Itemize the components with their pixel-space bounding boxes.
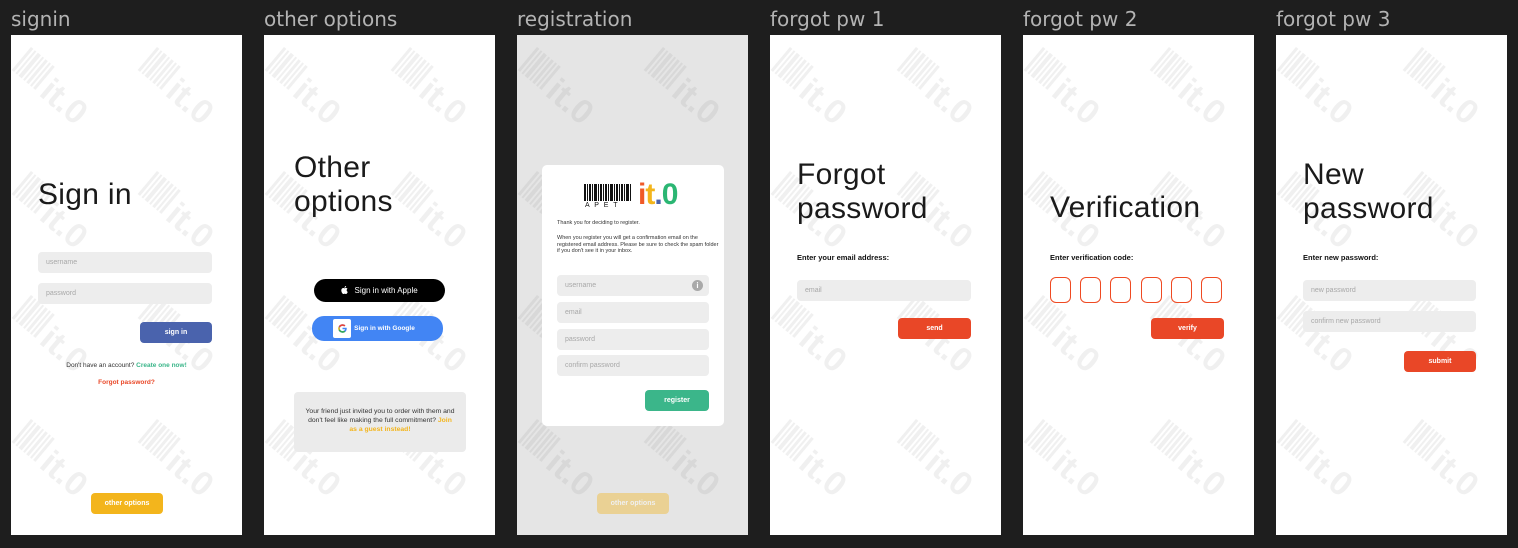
code-digit-6[interactable] — [1201, 277, 1222, 303]
email-input[interactable]: email — [557, 302, 709, 323]
verify-button[interactable]: verify — [1151, 318, 1224, 339]
submit-button[interactable]: submit — [1404, 351, 1476, 372]
info-text: When you register you will get a confirm… — [557, 235, 719, 254]
page-title: Verification — [1050, 191, 1201, 224]
no-account-text: Don't have an account? — [66, 362, 135, 369]
title-line-2: password — [1303, 192, 1434, 225]
code-digit-3[interactable] — [1110, 277, 1131, 303]
username-placeholder: username — [565, 282, 597, 289]
page-title: Forgot password — [797, 158, 928, 226]
guest-invite-box: Your friend just invited you to order wi… — [294, 392, 466, 452]
frame-label-signin: signin — [11, 7, 71, 31]
apple-icon — [341, 286, 349, 294]
forgot-password-link[interactable]: Forgot password? — [11, 379, 242, 386]
send-button[interactable]: send — [898, 318, 971, 339]
frame-forgot-1: Forgot password Enter your email address… — [770, 35, 1001, 535]
page-title: New password — [1303, 158, 1434, 226]
create-account-link[interactable]: Create one now! — [136, 362, 187, 369]
page-title: Other options — [294, 151, 393, 219]
sign-in-with-apple-button[interactable]: Sign in with Apple — [314, 279, 445, 302]
code-label: Enter verification code: — [1050, 253, 1134, 262]
frame-label-forgot-3: forgot pw 3 — [1276, 7, 1391, 31]
code-digit-1[interactable] — [1050, 277, 1071, 303]
signup-prompt: Don't have an account? Create one now! — [11, 362, 242, 369]
google-button-label: Sign in with Google — [354, 325, 415, 332]
frame-forgot-3: New password Enter new password: new pas… — [1276, 35, 1507, 535]
password-input[interactable]: password — [38, 283, 212, 304]
username-input[interactable]: username i — [557, 275, 709, 296]
title-line-1: Forgot — [797, 158, 886, 191]
email-input[interactable]: email — [797, 280, 971, 301]
logo-subtext: A P E T — [585, 202, 619, 209]
sign-in-with-google-button[interactable]: Sign in with Google — [312, 316, 443, 341]
new-password-input[interactable]: new password — [1303, 280, 1476, 301]
info-icon[interactable]: i — [692, 280, 703, 291]
email-label: Enter your email address: — [797, 253, 890, 262]
code-digit-2[interactable] — [1080, 277, 1101, 303]
frame-registration: A P E T it.0 Thank you for deciding to r… — [517, 35, 748, 535]
barcode-icon — [584, 184, 631, 201]
register-button[interactable]: register — [645, 390, 709, 411]
other-options-button[interactable]: other options — [91, 493, 163, 514]
new-password-label: Enter new password: — [1303, 253, 1379, 262]
frame-label-registration: registration — [517, 7, 633, 31]
guest-text: Your friend just invited you to order wi… — [305, 408, 455, 424]
confirm-new-password-input[interactable]: confirm new password — [1303, 311, 1476, 332]
thanks-text: Thank you for deciding to register. — [557, 220, 640, 226]
code-digit-5[interactable] — [1171, 277, 1192, 303]
apple-button-label: Sign in with Apple — [354, 286, 418, 295]
frame-label-forgot-2: forgot pw 2 — [1023, 7, 1138, 31]
other-options-button[interactable]: other options — [597, 493, 669, 514]
frame-label-other-options: other options — [264, 7, 398, 31]
frame-forgot-2: Verification Enter verification code: ve… — [1023, 35, 1254, 535]
frame-other-options: Other options Sign in with Apple Sign in… — [264, 35, 495, 535]
title-line-1: Other — [294, 151, 371, 184]
title-line-1: New — [1303, 158, 1364, 191]
frame-label-forgot-1: forgot pw 1 — [770, 7, 885, 31]
logo-wordmark: it.0 — [638, 178, 678, 211]
password-input[interactable]: password — [557, 329, 709, 350]
title-line-2: options — [294, 185, 393, 218]
confirm-password-input[interactable]: confirm password — [557, 355, 709, 376]
google-icon — [333, 319, 351, 338]
sign-in-button[interactable]: sign in — [140, 322, 212, 343]
page-title: Sign in — [38, 178, 132, 211]
title-line-2: password — [797, 192, 928, 225]
frame-signin: Sign in username password sign in Don't … — [11, 35, 242, 535]
code-digit-4[interactable] — [1141, 277, 1162, 303]
apet-logo: A P E T it.0 — [584, 178, 684, 212]
guest-invite-text: Your friend just invited you to order wi… — [304, 407, 456, 434]
username-input[interactable]: username — [38, 252, 212, 273]
registration-modal: A P E T it.0 Thank you for deciding to r… — [542, 165, 724, 426]
